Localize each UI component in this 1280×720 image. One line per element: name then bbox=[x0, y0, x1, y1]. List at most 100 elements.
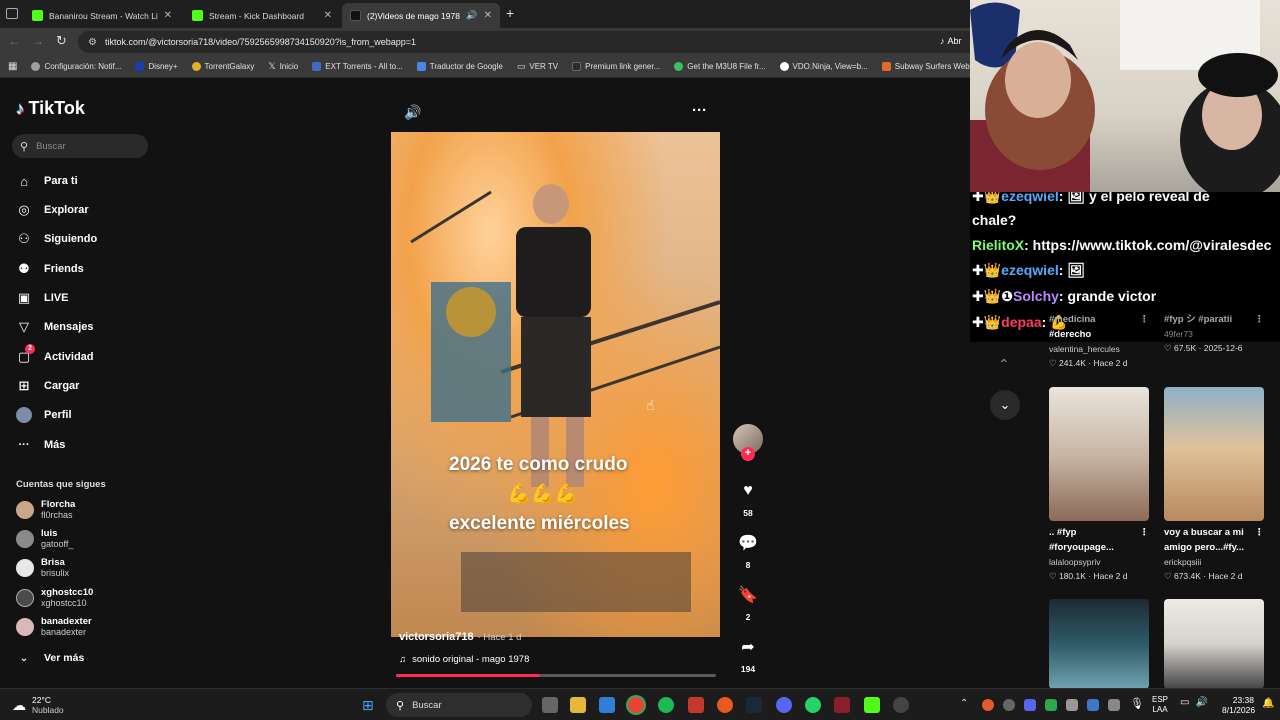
obs-icon[interactable] bbox=[893, 697, 909, 713]
more-icon[interactable]: ⋮ bbox=[1255, 525, 1265, 540]
bookmark-item[interactable]: TorrentGalaxy bbox=[191, 62, 254, 71]
bookmark-item[interactable]: ▭ VER TV bbox=[517, 61, 558, 72]
nav-explorar[interactable]: ◎ Explorar bbox=[16, 202, 88, 218]
video-card[interactable] bbox=[1164, 599, 1264, 689]
file-explorer-icon[interactable] bbox=[570, 697, 586, 713]
bookmark-item[interactable]: Configuración: Notif... bbox=[31, 62, 121, 71]
chevron-up-icon[interactable]: ⌃ bbox=[998, 356, 1010, 373]
nav-cargar[interactable]: ⊞ Cargar bbox=[16, 378, 80, 394]
tray-app-icon[interactable] bbox=[982, 699, 994, 711]
close-icon[interactable]: ✕ bbox=[484, 10, 492, 21]
tray-app-icon[interactable] bbox=[1045, 699, 1057, 711]
nav-perfil[interactable]: Perfil bbox=[16, 407, 72, 423]
video-card[interactable]: .. #fyp ⋮ #foryoupage... lalaloopsypriv ♡… bbox=[1049, 387, 1149, 583]
following-item[interactable]: Brisa brisulix bbox=[16, 557, 69, 579]
tray-app-icon[interactable] bbox=[1087, 699, 1099, 711]
chrome-icon[interactable] bbox=[628, 697, 644, 713]
steam-icon[interactable] bbox=[746, 697, 762, 713]
creator-avatar[interactable]: + bbox=[733, 424, 763, 461]
video-card[interactable]: voy a buscar a mi ⋮ amigo pero...#fy... e… bbox=[1164, 387, 1264, 583]
address-bar[interactable]: ⚙ tiktok.com/@victorsoria718/video/75925… bbox=[78, 31, 970, 53]
taskbar-search[interactable]: ⚲ Buscar bbox=[386, 693, 532, 717]
discord-icon[interactable] bbox=[776, 697, 792, 713]
scroll-down-button[interactable]: ⌄ bbox=[990, 390, 1020, 420]
new-tab-button[interactable]: + bbox=[506, 5, 514, 21]
bookmark-item[interactable]: 𝕏 Inicio bbox=[268, 61, 298, 72]
tab-tiktok[interactable]: (2)Videos de mago 1978 (@ 🔊 ✕ bbox=[342, 3, 500, 28]
clock[interactable]: 23:38 8/1/2026 bbox=[1222, 695, 1255, 715]
bookmark-item[interactable]: Premium link gener... bbox=[572, 62, 660, 71]
nav-mas[interactable]: ··· Más bbox=[16, 437, 66, 453]
following-handle: xghostcc10 bbox=[41, 598, 87, 608]
bookmark-item[interactable]: VDO.Ninja, View=b... bbox=[779, 62, 868, 71]
machine-wheel bbox=[446, 287, 496, 337]
windows-start-icon[interactable]: ⊞ bbox=[362, 697, 374, 714]
game-icon[interactable] bbox=[834, 697, 850, 713]
notification-bell-icon[interactable]: 🔔 bbox=[1262, 698, 1274, 709]
tray-app-icon[interactable] bbox=[1108, 699, 1120, 711]
bookmark-item[interactable]: Disney+ bbox=[135, 62, 178, 71]
more-icon[interactable]: ⋮ bbox=[1255, 312, 1265, 327]
tab-kick-stream[interactable]: Bananirou Stream - Watch Live ✕ bbox=[24, 3, 180, 28]
search-input[interactable]: ⚲ Buscar bbox=[12, 134, 148, 158]
tray-discord-icon[interactable] bbox=[1024, 699, 1036, 711]
tab-kick-dashboard[interactable]: Stream - Kick Dashboard ✕ bbox=[184, 3, 340, 28]
following-item[interactable]: banadexter banadexter bbox=[16, 616, 92, 638]
see-more-button[interactable]: ⌄ Ver más bbox=[16, 650, 85, 666]
app-icon[interactable] bbox=[688, 697, 704, 713]
video-card[interactable]: #medicina ⋮ #derecho valentina_hercules ♡… bbox=[1049, 312, 1149, 370]
tray-chevron-icon[interactable]: ⌃ bbox=[960, 698, 968, 709]
brave-icon[interactable] bbox=[717, 697, 733, 713]
system-status[interactable]: ▭ 🔊 bbox=[1180, 697, 1208, 708]
like-button[interactable]: ♥ 58 bbox=[733, 478, 763, 518]
whatsapp-icon[interactable] bbox=[805, 697, 821, 713]
back-icon[interactable]: ← bbox=[8, 34, 20, 48]
microphone-icon[interactable]: 🎙 bbox=[1130, 697, 1144, 710]
bookmark-item[interactable]: EXT Torrents - All to... bbox=[312, 62, 403, 71]
volume-icon[interactable]: 🔊 bbox=[404, 104, 421, 121]
comment-button[interactable]: 💬 8 bbox=[733, 530, 763, 570]
video-card[interactable] bbox=[1049, 599, 1149, 689]
open-app-button[interactable]: ♪ Abr bbox=[940, 36, 962, 46]
nav-actividad[interactable]: ▢ 2 Actividad bbox=[16, 344, 94, 365]
tray-app-icon[interactable] bbox=[1066, 699, 1078, 711]
more-options-icon[interactable]: ··· bbox=[692, 102, 707, 119]
bookmark-item[interactable]: Traductor de Google bbox=[416, 62, 503, 71]
following-item[interactable]: Florcha fl0rchas bbox=[16, 499, 75, 521]
nav-friends[interactable]: ⚉ Friends bbox=[16, 261, 84, 277]
video-progress-bar[interactable] bbox=[396, 674, 716, 677]
video-card[interactable]: #fyp シ #paratii ⋮ 49fer73 ♡ 67.5K · 2025-… bbox=[1164, 312, 1264, 355]
weather-widget[interactable]: ☁ 22°C Nublado bbox=[12, 695, 64, 715]
kick-icon[interactable] bbox=[864, 697, 880, 713]
nav-live[interactable]: ▣ LIVE bbox=[16, 290, 69, 306]
following-item[interactable]: luis gatooff_ bbox=[16, 528, 73, 550]
forward-icon[interactable]: → bbox=[32, 34, 44, 48]
language-indicator[interactable]: ESP LAA bbox=[1152, 695, 1168, 715]
tiktok-logo[interactable]: ♪ TikTok bbox=[16, 98, 85, 119]
video-sound[interactable]: ♫ sonido original - mago 1978 bbox=[399, 654, 529, 665]
reload-icon[interactable]: ↻ bbox=[56, 33, 67, 49]
more-icon[interactable]: ⋮ bbox=[1140, 525, 1150, 540]
site-info-icon[interactable]: ⚙ bbox=[88, 37, 97, 48]
following-item[interactable]: xghostcc10 xghostcc10 bbox=[16, 587, 93, 609]
follow-plus-icon[interactable]: + bbox=[741, 447, 755, 461]
speaker-icon[interactable]: 🔊 bbox=[466, 10, 477, 21]
more-icon[interactable]: ⋮ bbox=[1140, 312, 1150, 327]
bookmark-item[interactable]: Get the M3U8 File fr... bbox=[674, 62, 766, 71]
save-button[interactable]: 🔖 2 bbox=[733, 582, 763, 622]
spotify-icon[interactable] bbox=[658, 697, 674, 713]
task-view-icon[interactable] bbox=[542, 697, 558, 713]
video-player[interactable]: 2026 te como crudo 💪💪💪 excelente miércol… bbox=[391, 132, 720, 637]
tab-search-icon[interactable] bbox=[6, 8, 18, 19]
close-icon[interactable]: ✕ bbox=[164, 10, 172, 21]
tray-app-icon[interactable] bbox=[1003, 699, 1015, 711]
nav-siguiendo[interactable]: ⚇ Siguiendo bbox=[16, 231, 97, 247]
share-button[interactable]: ➦ 194 bbox=[733, 634, 763, 674]
close-icon[interactable]: ✕ bbox=[324, 10, 332, 21]
apps-grid-icon[interactable]: ▦ bbox=[8, 61, 17, 72]
nav-mensajes[interactable]: ▽ Mensajes bbox=[16, 319, 94, 335]
bookmark-item[interactable]: Subway Surfers Web bbox=[881, 62, 970, 71]
store-icon[interactable] bbox=[599, 697, 615, 713]
video-author[interactable]: victorsoria718 bbox=[399, 631, 474, 643]
nav-para-ti[interactable]: ⌂ Para ti bbox=[16, 173, 78, 189]
